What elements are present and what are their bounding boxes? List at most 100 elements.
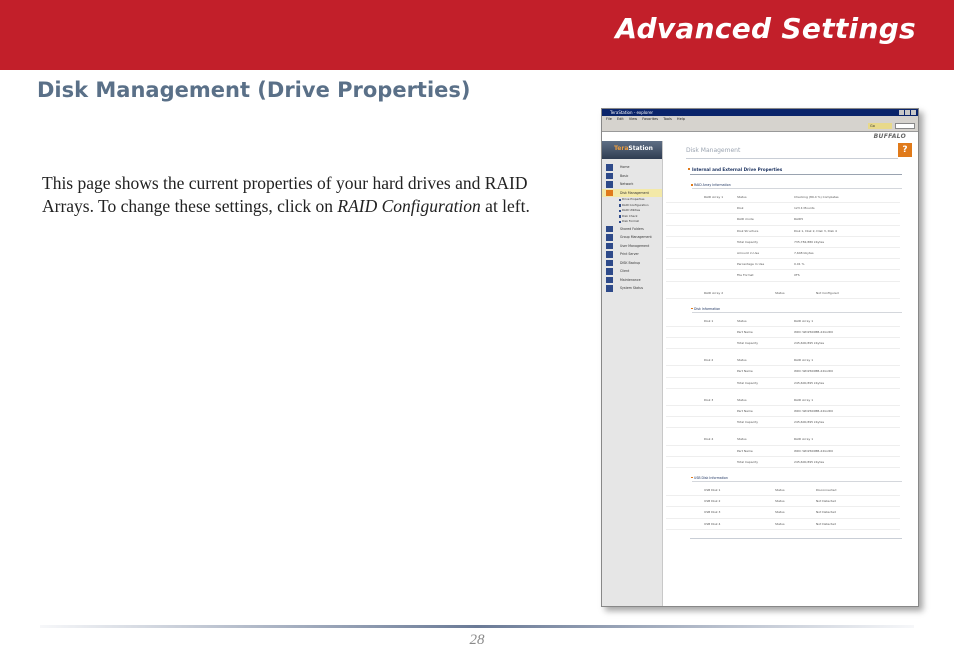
sidebar-item-label: User Management [620,243,650,248]
sidebar-item[interactable]: DISK Backup [602,259,662,268]
sidebar-item[interactable]: Group Management [602,233,662,242]
sidebar-item[interactable]: Disk Management [602,188,662,197]
table-cell: 245,600,895 kbytes [794,420,825,425]
disk-tables: Disk 1 Status RAID Array 1 Part Name WDC WD2… [666,316,912,468]
table-cell: 245,600,895 kbytes [794,380,825,385]
table-cell: RAID Array 1 [704,195,724,199]
table-cell: WDC WD2500BB-22GUD0 [794,448,833,453]
sidebar-item[interactable]: Network [602,180,662,189]
table-row: Disk 3 Status RAID Array 1 [666,395,900,406]
table-cell: RAID Array 1 [794,437,814,442]
table-cell: RAID5 [794,217,804,222]
table-row: Total Capacity 245,600,895 kbytes [666,338,900,350]
table-row: Disk 2 Status RAID Array 1 [666,355,900,367]
address-bar: Go [602,122,918,132]
table-cell: Part Name [737,448,753,453]
disk-table: Disk 2 Status RAID Array 1 Part Name WDC WD2… [666,355,912,389]
nav-icon [606,181,613,188]
table-cell: Percentage In Use [737,262,765,267]
sidebar-item[interactable]: Basic [602,172,662,181]
table-cell: Status [775,521,785,526]
table-cell: Disk [737,206,744,211]
table-row: Part Name WDC WD2500BB-22GUD0 [666,366,900,378]
nav-icon [606,285,613,292]
table-row: USB Disk 2 Status Not Detected [666,496,900,508]
help-icon: ? [898,143,912,157]
raid-table: RAID Array 1 Status Checking (89.4 %) Comp… [666,192,912,282]
divider [692,311,902,313]
table-cell: Part Name [737,329,753,334]
sidebar-item[interactable]: User Management [602,242,662,251]
table-cell: Not Detected [816,521,836,526]
table-cell: Status [737,397,747,402]
sidebar: TeraStation Home Basic Network Disk Managem… [602,141,663,606]
page-title: Disk Management [686,147,741,154]
sidebar-item[interactable]: System Status [602,284,662,293]
divider [686,158,898,159]
terastation-brand: TeraStation [614,145,653,152]
table-cell: Not Detected [816,510,836,515]
nav-icon [606,268,613,275]
content-panel: Disk Management ? Internal and External … [666,141,912,606]
table-cell: USB Disk 3 [704,510,721,515]
page-number: 28 [469,632,485,648]
header-title: Advanced Settings [615,12,916,45]
table-cell: USB Disk 1 [704,487,721,492]
close-icon [911,110,916,115]
table-cell: Total Capacity [737,459,759,464]
table-cell: Status [775,499,785,504]
table-cell: WDC WD2500BB-22GUD0 [794,329,833,334]
nav-icon [606,189,613,196]
section-title: Disk Management (Drive Properties) [37,78,471,102]
table-cell: USB Disk 4 [704,521,721,526]
table-cell: RAID mode [737,217,754,222]
sidebar-item-label: System Status [620,286,644,290]
table-row: Total Capacity 735,782,880 kbytes [666,237,900,248]
window-title: TeraStation - explorer [610,110,654,115]
table-cell: WDC WD2500BB-22GUD0 [794,369,833,374]
table-cell: Disk 4 [704,437,714,442]
table-row: RAID mode RAID5 [666,214,900,226]
table-cell: USB Disk 2 [704,499,721,504]
table-row: USB Disk 1 Status Disconnected [666,485,900,497]
sidebar-item-label: Group Management [620,235,652,239]
nav-icon [606,164,613,171]
nav-icon [606,242,613,249]
table-cell: Status [737,318,747,323]
sidebar-item-label: Print Server [620,252,639,256]
go-button: Go [868,123,892,129]
sidebar-item[interactable]: Maintenance [602,276,662,285]
table-row: Percentage In Use 0.01 % [666,259,900,271]
sidebar-item[interactable]: Home [602,163,662,172]
table-cell: Part Name [737,409,753,413]
table-cell: Disk 2 [704,358,714,363]
divider [690,174,902,175]
table-cell: Checking (89.4 %) Completes [794,195,839,199]
sidebar-item-label: Basic [620,173,629,178]
table-cell: 0.01 % [794,262,805,267]
sidebar-item-label: Client [620,269,630,273]
sidebar-item-label: Home [620,165,630,169]
sidebar-item[interactable]: Print Server [602,250,662,259]
table-cell: RAID Array 1 [794,358,814,363]
table-cell: Disconnected [816,487,837,492]
nav-icon [606,225,613,232]
table-row: Disk 123 4 Mounts [666,203,900,215]
raid-configuration-reference: RAID Configuration [337,196,481,216]
table-row: Disk 1 Status RAID Array 1 [666,316,900,327]
minimize-icon [899,110,904,115]
table-cell: Disk Structure [737,228,759,233]
nav-icon [606,259,613,266]
table-row: USB Disk 4 Status Not Detected [666,519,900,530]
table-cell: Status [775,487,785,492]
sidebar-item[interactable]: Client [602,267,662,276]
table-cell: 7,648 kbytes [794,250,814,255]
sidebar-item-label: DISK Backup [620,260,641,265]
drive-properties-screenshot: TeraStation - explorer File Edit View Fa… [601,108,919,607]
sidebar-item-label: Shared Folders [620,226,644,231]
sidebar-item[interactable]: Shared Folders [602,225,662,234]
table-cell: 123 4 Mounts [794,206,815,211]
table-cell: Status [737,195,747,199]
sidebar-item-label: Network [620,182,634,186]
raid-section-title: RAID Array Information [691,183,912,187]
